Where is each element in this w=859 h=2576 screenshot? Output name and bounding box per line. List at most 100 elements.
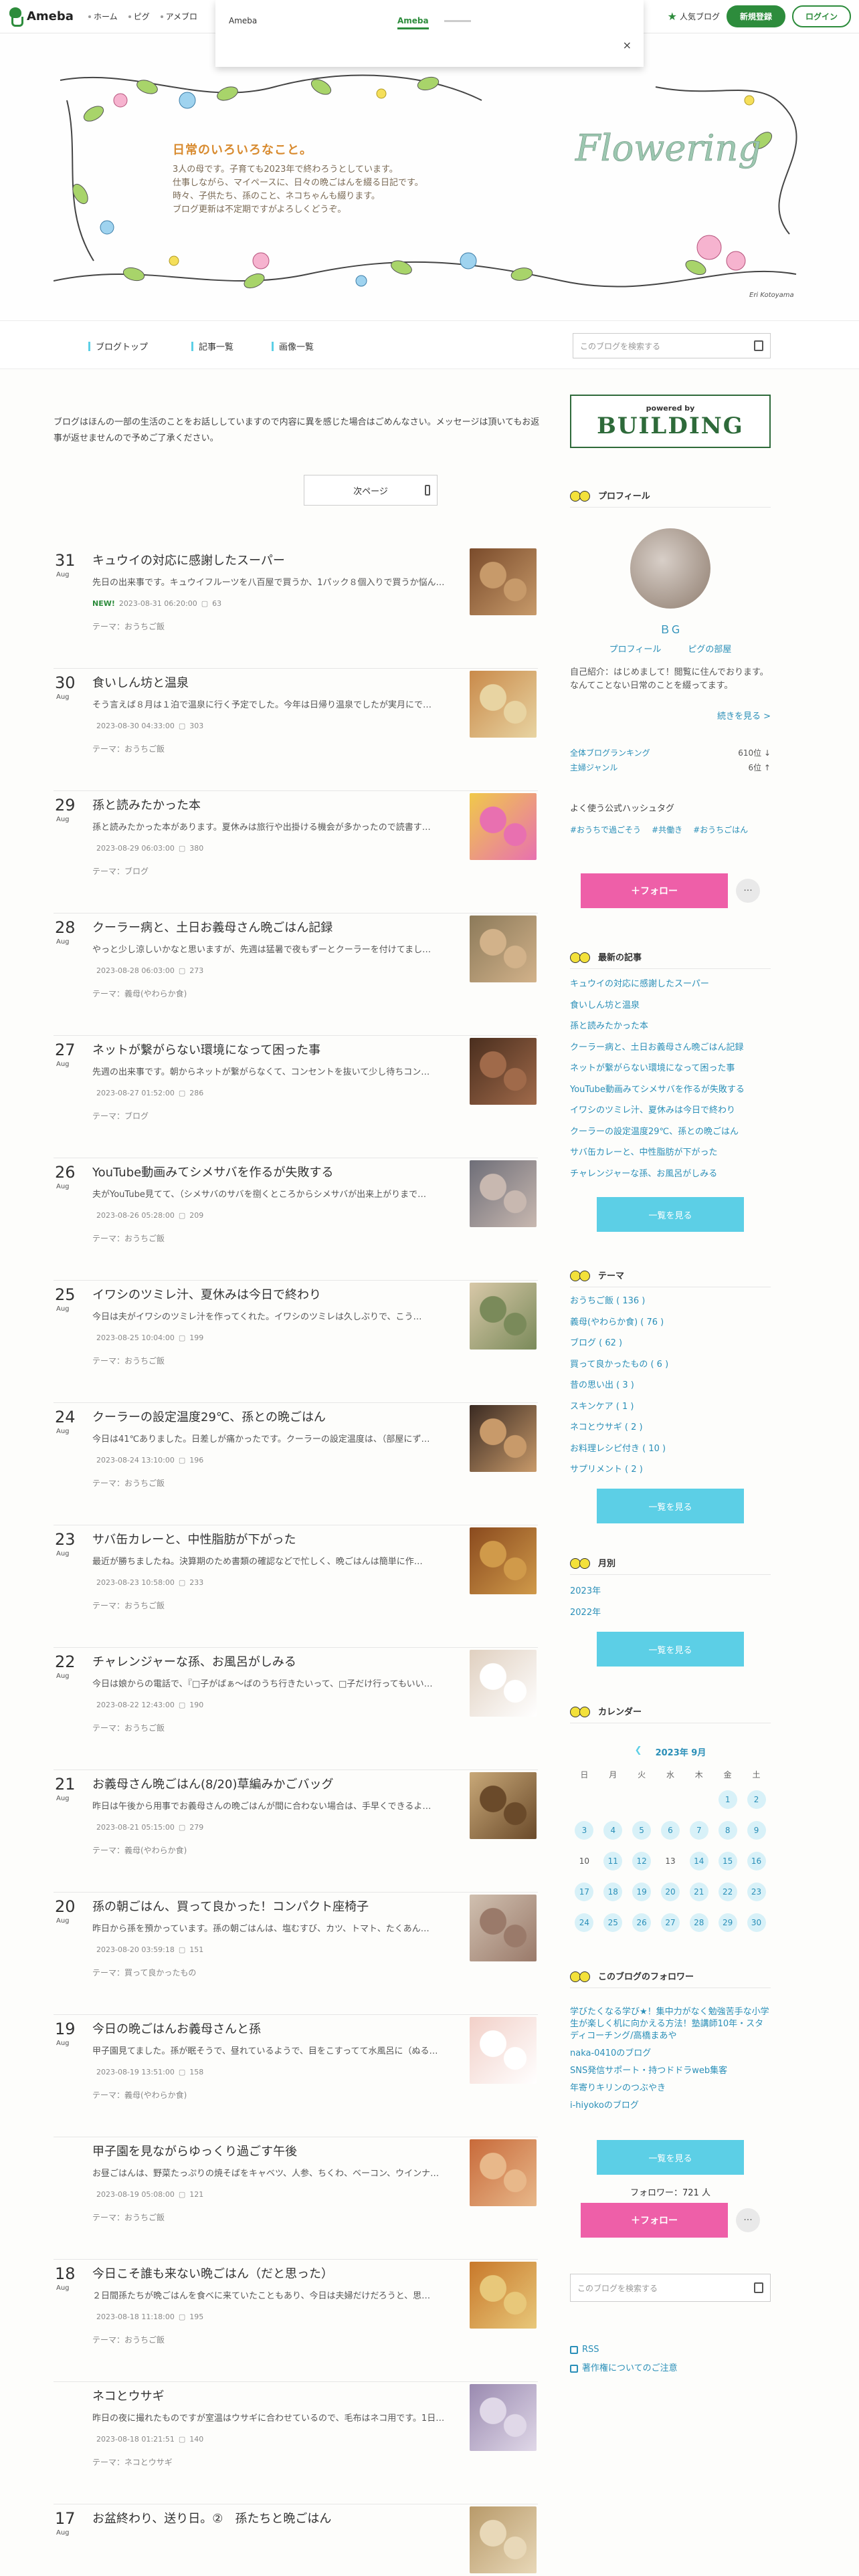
recent-entry-link[interactable]: ネットが繋がらない環境になって困った事 bbox=[570, 1058, 771, 1079]
comment-icon[interactable]: ▢ bbox=[179, 2190, 185, 2199]
entry-thumbnail[interactable] bbox=[470, 1527, 537, 1594]
ranking-row[interactable]: 主婦ジャンル 6位 ↑ bbox=[570, 760, 771, 775]
calendar-day-link[interactable]: 11 bbox=[603, 1852, 623, 1870]
follower-blog-link[interactable]: i-hiyokoのブログ bbox=[570, 2100, 771, 2112]
nav-blog-top[interactable]: ブログトップ bbox=[88, 340, 148, 352]
entry-theme[interactable]: テーマ：義母(やわらか食) bbox=[92, 2089, 187, 2101]
close-icon[interactable]: × bbox=[623, 39, 632, 51]
entry-theme[interactable]: テーマ：ネコとウサギ bbox=[92, 2456, 173, 2468]
chevron-left-icon[interactable]: ❮ bbox=[635, 1745, 642, 1758]
entry-theme[interactable]: テーマ：おうちご飯 bbox=[92, 2212, 165, 2223]
profile-more-link[interactable]: 続きを見る > bbox=[717, 709, 771, 722]
entry-comment-count[interactable]: 121 bbox=[189, 2190, 203, 2199]
more-options-button-bottom[interactable]: ··· bbox=[736, 2208, 760, 2232]
entry-item[interactable]: 甲子園を見ながらゆっくり過ごす午後 お昼ごはんは、野菜たっぷりの焼そばをキャベツ、… bbox=[54, 2139, 538, 2260]
entry-thumbnail[interactable] bbox=[470, 793, 537, 860]
entry-thumbnail[interactable] bbox=[470, 2139, 537, 2206]
comment-icon[interactable]: ▢ bbox=[179, 1578, 185, 1587]
archive-year-link[interactable]: 2022年 bbox=[570, 1602, 771, 1624]
entry-thumbnail[interactable] bbox=[470, 1650, 537, 1717]
entry-theme[interactable]: テーマ：義母(やわらか食) bbox=[92, 988, 187, 999]
calendar-day-link[interactable]: 14 bbox=[689, 1852, 708, 1870]
entry-item[interactable]: 31 Aug キュウイの対応に感謝したスーパー 先日の出来事です。キュウイフルーツを八… bbox=[54, 548, 538, 669]
entry-item[interactable]: 28 Aug クーラー病と、土日お義母さん晩ごはん記録 やっと少し涼しいかなと思います… bbox=[54, 916, 538, 1036]
sidebar-search-input[interactable]: このブログを検索する bbox=[570, 2274, 771, 2302]
building-banner[interactable]: powered by BUILDING bbox=[570, 395, 771, 448]
calendar-day-link[interactable]: 8 bbox=[718, 1821, 737, 1840]
blog-title[interactable]: 日常のいろいろなこと。 bbox=[173, 140, 312, 158]
register-button[interactable]: 新規登録 bbox=[726, 5, 785, 27]
comment-icon[interactable]: ▢ bbox=[179, 1333, 185, 1342]
global-nav-pigg[interactable]: ピグ bbox=[128, 11, 150, 22]
dropdown-tab-inactive[interactable] bbox=[444, 20, 471, 22]
calendar-day-link[interactable]: 6 bbox=[660, 1821, 680, 1840]
calendar-day-link[interactable]: 21 bbox=[689, 1883, 708, 1901]
copyright-link[interactable]: 著作権についてのご注意 bbox=[570, 2359, 678, 2378]
comment-icon[interactable]: ▢ bbox=[179, 1456, 185, 1465]
recent-entry-link[interactable]: YouTube動画みてシメサバを作るが失敗する bbox=[570, 1079, 771, 1101]
rss-link[interactable]: RSS bbox=[570, 2341, 678, 2359]
entry-comment-count[interactable]: 195 bbox=[189, 2313, 203, 2321]
entry-title[interactable]: 今日こそ誰も来ない晩ごはん（だと思った） bbox=[92, 2264, 333, 2282]
avatar[interactable] bbox=[630, 528, 710, 609]
theme-link[interactable]: お料理レシピ付き ( 10 ) bbox=[570, 1438, 771, 1460]
entry-theme[interactable]: テーマ：おうちご飯 bbox=[92, 1232, 165, 1244]
calendar-day-link[interactable]: 22 bbox=[718, 1883, 737, 1901]
entry-item[interactable]: ネコとウサギ 昨日の夜に撮れたものですが室温はウサギに合わせているので、毛布はネコ… bbox=[54, 2384, 538, 2504]
recent-list-button[interactable]: 一覧を見る bbox=[597, 1197, 744, 1232]
calendar-day-link[interactable]: 19 bbox=[632, 1883, 652, 1901]
entry-theme[interactable]: テーマ：義母(やわらか食) bbox=[92, 1844, 187, 1856]
calendar-day-link[interactable]: 27 bbox=[660, 1913, 680, 1932]
comment-icon[interactable]: ▢ bbox=[179, 1089, 185, 1097]
calendar-day-link[interactable]: 24 bbox=[575, 1913, 594, 1932]
calendar-day-link[interactable]: 28 bbox=[689, 1913, 708, 1932]
followers-list-button[interactable]: 一覧を見る bbox=[597, 2140, 744, 2175]
entry-item[interactable]: 21 Aug お義母さん晩ごはん(8/20)草編みかごバッグ 昨日は午後から用事でお義… bbox=[54, 1772, 538, 1893]
next-page-button[interactable]: 次ページ bbox=[304, 475, 438, 506]
follower-blog-link[interactable]: naka-0410のブログ bbox=[570, 2048, 771, 2060]
entry-comment-count[interactable]: 151 bbox=[189, 1945, 203, 1954]
entry-title[interactable]: サバ缶カレーと、中性脂肪が下がった bbox=[92, 1530, 296, 1547]
entry-thumbnail[interactable] bbox=[470, 548, 537, 615]
entry-thumbnail[interactable] bbox=[470, 2017, 537, 2084]
archive-list-button[interactable]: 一覧を見る bbox=[597, 1632, 744, 1667]
recent-entry-link[interactable]: キュウイの対応に感謝したスーパー bbox=[570, 974, 771, 995]
entry-comment-count[interactable]: 140 bbox=[189, 2435, 203, 2444]
calendar-day-link[interactable]: 15 bbox=[718, 1852, 737, 1870]
follower-blog-link[interactable]: 年寄りキリンのつぶやき bbox=[570, 2082, 771, 2095]
calendar-day-link[interactable]: 5 bbox=[632, 1821, 652, 1840]
calendar-day-link[interactable]: 1 bbox=[718, 1790, 737, 1809]
nav-image-list[interactable]: 画像一覧 bbox=[272, 340, 314, 352]
calendar-day-link[interactable]: 17 bbox=[575, 1883, 594, 1901]
profile-name[interactable]: ＢＧ bbox=[570, 621, 771, 637]
theme-link[interactable]: スキンケア ( 1 ) bbox=[570, 1396, 771, 1418]
comment-icon[interactable]: ▢ bbox=[179, 1823, 185, 1832]
entry-thumbnail[interactable] bbox=[470, 2384, 537, 2451]
calendar-day-link[interactable]: 12 bbox=[632, 1852, 652, 1870]
search-icon[interactable] bbox=[754, 2282, 763, 2293]
calendar-day-link[interactable]: 30 bbox=[747, 1913, 766, 1932]
entry-comment-count[interactable]: 286 bbox=[189, 1089, 203, 1097]
archive-year-link[interactable]: 2023年 bbox=[570, 1581, 771, 1602]
recent-entry-link[interactable]: クーラー病と、土日お義母さん晩ごはん記録 bbox=[570, 1037, 771, 1059]
entry-title[interactable]: お盆終わり、送り日。② 孫たちと晩ごはん bbox=[92, 2509, 331, 2527]
calendar-day-link[interactable]: 18 bbox=[603, 1883, 623, 1901]
entry-theme[interactable]: テーマ：おうちご飯 bbox=[92, 2334, 165, 2345]
recent-entry-link[interactable]: イワシのツミレ汁、夏休みは今日で終わり bbox=[570, 1100, 771, 1121]
comment-icon[interactable]: ▢ bbox=[179, 2435, 185, 2444]
entry-item[interactable]: 24 Aug クーラーの設定温度29℃、孫との晩ごはん 今日は41℃ありました。日差し… bbox=[54, 1405, 538, 1525]
entry-theme[interactable]: テーマ：おうちご飯 bbox=[92, 1477, 165, 1489]
entry-thumbnail[interactable] bbox=[470, 916, 537, 982]
entry-comment-count[interactable]: 273 bbox=[189, 966, 203, 975]
entry-theme[interactable]: テーマ：おうちご飯 bbox=[92, 621, 165, 632]
entry-thumbnail[interactable] bbox=[470, 671, 537, 738]
follower-blog-link[interactable]: SNS発信サポート・持つドドラweb集客 bbox=[570, 2065, 771, 2077]
global-nav-home[interactable]: ホーム bbox=[88, 11, 118, 22]
comment-icon[interactable]: ▢ bbox=[201, 599, 208, 608]
recent-entry-link[interactable]: チャレンジャーな孫、お風呂がしみる bbox=[570, 1164, 771, 1185]
entry-thumbnail[interactable] bbox=[470, 1772, 537, 1839]
recent-entry-link[interactable]: サバ缶カレーと、中性脂肪が下がった bbox=[570, 1142, 771, 1164]
entry-comment-count[interactable]: 190 bbox=[189, 1701, 203, 1709]
follow-button-bottom[interactable]: ＋フォロー bbox=[581, 2203, 728, 2238]
follow-button[interactable]: ＋フォロー bbox=[581, 873, 728, 908]
